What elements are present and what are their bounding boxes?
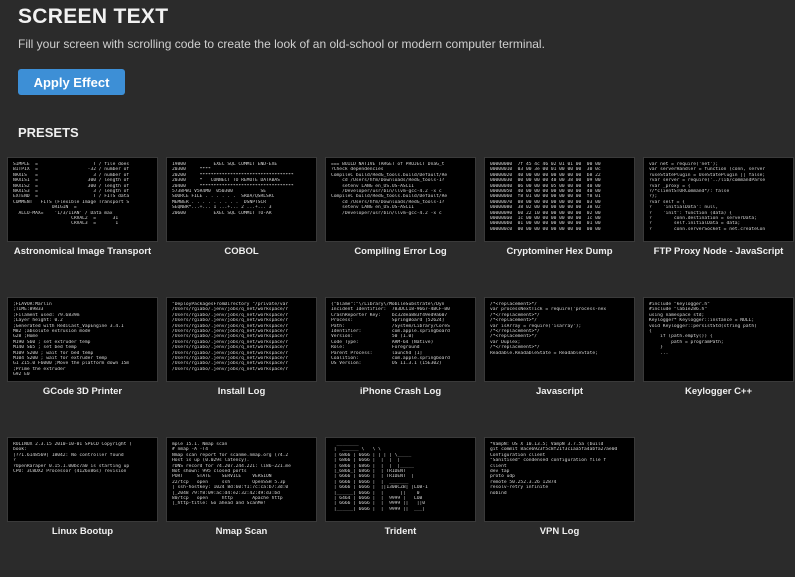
preset-label[interactable]: VPN Log bbox=[484, 526, 635, 537]
preset-label[interactable]: COBOL bbox=[166, 246, 317, 257]
preset-label[interactable]: Keylogger C++ bbox=[643, 386, 794, 397]
thumbnail-code-line: CPU: 3C8DX2 Processor (4126x86s) revisio… bbox=[13, 469, 127, 475]
preset-card[interactable]: mple 15.1. Nmap scan # nmap -A -T4 Nmap sc… bbox=[166, 437, 317, 577]
preset-card[interactable]: /*<replacement>*/var processNextTick = r… bbox=[484, 297, 635, 437]
preset-label[interactable]: FTP Proxy Node - JavaScript bbox=[643, 246, 794, 257]
preset-thumbnail[interactable]: === BUILD NATIVE TARGET of PROJECT DnaG_… bbox=[325, 157, 476, 242]
page-subtitle: Fill your screen with scrolling code to … bbox=[18, 37, 545, 51]
preset-thumbnail[interactable]: /*<replacement>*/var processNextTick = r… bbox=[484, 297, 635, 382]
page-title: SCREEN TEXT bbox=[18, 5, 169, 28]
preset-thumbnail[interactable]: #include "keylogger.h" #include "lab1e286… bbox=[643, 297, 794, 382]
thumbnail-code-line: 20600 EXEC SQL COMMIT TO-AR bbox=[172, 210, 272, 216]
preset-card[interactable]: 19800 EXEC SQL COMMIT END-EXE 20300 **** 2… bbox=[166, 157, 317, 297]
preset-label[interactable]: Cryptominer Hex Dump bbox=[484, 246, 635, 257]
preset-card[interactable]: SIMPLE = T / file does BITPIX = -32 / num… bbox=[7, 157, 158, 297]
preset-card[interactable]: === BUILD NATIVE TARGET of PROJECT DnaG_… bbox=[325, 157, 476, 297]
presets-heading: PRESETS bbox=[18, 125, 79, 140]
preset-card[interactable]: *VampN: OS X 10.13.5; VampN 3.7.5a (buil… bbox=[484, 437, 635, 577]
thumbnail-code-line: |______| 6666 | | 9999 || ___| bbox=[331, 506, 426, 512]
thumbnail-code-line: CRVAL3 = 1 bbox=[13, 221, 119, 227]
preset-card[interactable]: {"blame":"\/Library\/MobileSubstrate\/Dy… bbox=[325, 297, 476, 437]
preset-thumbnail[interactable]: "DeployPackagesFromDirectory "/private/v… bbox=[166, 297, 317, 382]
preset-thumbnail[interactable]: SIMPLE = T / file does BITPIX = -32 / num… bbox=[7, 157, 158, 242]
preset-thumbnail[interactable]: *VampN: OS X 10.13.5; VampN 3.7.5a (buil… bbox=[484, 437, 635, 522]
preset-thumbnail[interactable]: ;FLAVOR:Marlin ;TIME:89833 ;Filament used:… bbox=[7, 297, 158, 382]
thumbnail-code-line: ROLINUX 2.3.15 2010-10-01 SPECD Copyrigh… bbox=[13, 442, 132, 447]
preset-thumbnail[interactable]: 00000000 7f 45 4c 46 02 01 01 00 00 00 00… bbox=[484, 157, 635, 242]
preset-label[interactable]: iPhone Crash Log bbox=[325, 386, 476, 397]
preset-thumbnail[interactable]: mple 15.1. Nmap scan # nmap -A -T4 Nmap sc… bbox=[166, 437, 317, 522]
preset-thumbnail[interactable]: 19800 EXEC SQL COMMIT END-EXE 20300 **** 2… bbox=[166, 157, 317, 242]
preset-label[interactable]: GCode 3D Printer bbox=[7, 386, 158, 397]
preset-label[interactable]: Nmap Scan bbox=[166, 526, 317, 537]
preset-label[interactable]: Install Log bbox=[166, 386, 317, 397]
preset-card[interactable]: "DeployPackagesFromDirectory "/private/v… bbox=[166, 297, 317, 437]
preset-thumbnail[interactable]: ________ | ______ \ \ \ | 6866 | 6666 | … bbox=[325, 437, 476, 522]
preset-card[interactable]: ROLINUX 2.3.15 2010-10-01 SPECD Copyrigh… bbox=[7, 437, 158, 577]
thumbnail-code-line: G92 E0 bbox=[13, 372, 30, 378]
thumbnail-code-line: Readable.ReadableState = ReadableState; bbox=[490, 350, 598, 356]
preset-thumbnail[interactable]: {"blame":"\/Library\/MobileSubstrate\/Dy… bbox=[325, 297, 476, 382]
preset-label[interactable]: Trident bbox=[325, 526, 476, 537]
thumbnail-code-line: ... bbox=[649, 350, 669, 356]
preset-card[interactable]: ________ | ______ \ \ \ | 6866 | 6666 | … bbox=[325, 437, 476, 577]
presets-grid: SIMPLE = T / file does BITPIX = -32 / num… bbox=[7, 157, 794, 577]
thumbnail-code-line: 000000c0 00 00 00 00 00 00 00 00 00 00 bbox=[490, 226, 601, 232]
preset-card[interactable]: 00000000 7f 45 4c 46 02 01 01 00 00 00 00… bbox=[484, 157, 635, 297]
thumbnail-code-line: ? conn.serverSocket = net.createCon bbox=[649, 226, 766, 232]
thumbnail-code-line: /Users/rgiabo/.jenv/jobs/q_net/workspace… bbox=[172, 366, 289, 372]
preset-label[interactable]: Javascript bbox=[484, 386, 635, 397]
preset-card[interactable]: var net = require('net'); var serverHandl… bbox=[643, 157, 794, 297]
preset-label[interactable]: Compiling Error Log bbox=[325, 246, 476, 257]
preset-card[interactable]: #include "keylogger.h" #include "lab1e286… bbox=[643, 297, 794, 437]
thumbnail-code-line: |_http-title: Go ahead and ScanMe! bbox=[172, 501, 267, 507]
preset-thumbnail[interactable]: var net = require('net'); var serverHandl… bbox=[643, 157, 794, 242]
preset-label[interactable]: Astronomical Image Transport bbox=[7, 246, 158, 257]
preset-label[interactable]: Linux Bootup bbox=[7, 526, 158, 537]
thumbnail-code-line: OS Version: OS 11.3.1 (15E302) bbox=[331, 361, 442, 367]
thumbnail-code-line: nobind bbox=[490, 490, 507, 496]
thumbnail-code-line: /Developer/usr/bin/llvm-gcc-4.2 -x c bbox=[331, 210, 442, 216]
preset-thumbnail[interactable]: ROLINUX 2.3.15 2010-10-01 SPECD Copyrigh… bbox=[7, 437, 158, 522]
apply-effect-button[interactable]: Apply Effect bbox=[18, 69, 125, 95]
preset-card[interactable]: ;FLAVOR:Marlin ;TIME:89833 ;Filament used:… bbox=[7, 297, 158, 437]
